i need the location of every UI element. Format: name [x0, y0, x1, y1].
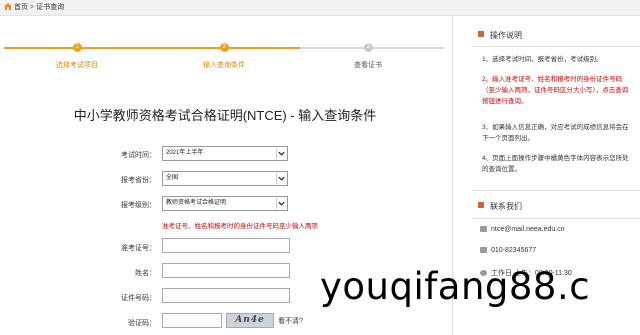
- province-select[interactable]: 全国: [162, 171, 288, 186]
- captcha-image[interactable]: An4e: [226, 313, 274, 328]
- chevron-down-icon: [276, 198, 285, 209]
- phone-text: 010-82345677: [491, 247, 537, 254]
- contact-phone: 010-82345677: [480, 247, 536, 254]
- step-number-3: 3: [363, 43, 373, 52]
- input-requirement-warning: 准考证号、姓名和报考时的身份证件号码至少输入两项: [162, 223, 318, 230]
- chevron-down-icon: [276, 173, 285, 184]
- instruction-note-2: 2、输入准考证号、姓名和报考时的身份证件号码（至少输入两项，证件号码区分大小写）…: [482, 76, 629, 105]
- step-label-2: 输入查询条件: [203, 62, 245, 69]
- ticket-label: 准考证号：: [121, 245, 156, 252]
- instruction-note-3: 3、如果输入信息正确，对应考试的成绩信息将会在下一个页面列出。: [482, 124, 629, 142]
- step-number-2: 2: [219, 43, 229, 52]
- chevron-down-icon: [276, 148, 285, 159]
- email-text: ntce@mail.neea.edu.cn: [491, 226, 565, 233]
- breadcrumb: 首页 > 证书查询: [0, 0, 640, 16]
- captcha-input[interactable]: [162, 313, 222, 328]
- contact-title: 联系我们: [490, 202, 522, 211]
- breadcrumb-home-link[interactable]: 首页: [14, 4, 28, 11]
- level-select[interactable]: 教师资格考试合格证明: [162, 196, 288, 211]
- step-label-3: 查看证书: [354, 62, 382, 69]
- name-label: 姓名：: [135, 270, 156, 277]
- breadcrumb-current: 证书查询: [36, 4, 65, 11]
- level-value: 教师资格考试合格证明: [166, 200, 227, 206]
- exam-time-value: 2021年上半年: [166, 150, 204, 156]
- step-view-certificate: 3 查看证书: [318, 40, 418, 70]
- contact-icon: [478, 202, 484, 208]
- progress-steps: 1 选择考试项目 2 输入查询条件 3 查看证书: [4, 40, 444, 70]
- instructions-icon: [478, 31, 484, 37]
- step-select-exam: 1 选择考试项目: [27, 40, 127, 70]
- province-value: 全国: [166, 175, 179, 181]
- instructions-divider: [472, 46, 640, 47]
- name-input[interactable]: [162, 263, 290, 278]
- id-number-label: 证件号码：: [121, 295, 156, 302]
- contact-email: ntce@mail.neea.edu.cn: [480, 226, 565, 233]
- phone-icon: [480, 247, 487, 254]
- instructions-heading: 操作说明: [478, 30, 522, 41]
- ticket-number-input[interactable]: [162, 238, 290, 253]
- page-title: 中小学教师资格考试合格证明(NTCE) - 输入查询条件: [73, 108, 377, 123]
- instructions-title: 操作说明: [490, 31, 522, 40]
- step-number-1: 1: [72, 43, 82, 52]
- step-label-1: 选择考试项目: [56, 62, 98, 69]
- contact-divider-top: [472, 190, 640, 191]
- contact-heading: 联系我们: [478, 201, 522, 212]
- exam-time-label: 考试时间：: [121, 152, 156, 159]
- captcha-label: 验证码：: [128, 320, 156, 327]
- home-icon[interactable]: [4, 3, 12, 10]
- instruction-note-1: 1、选择考试时间，报考省份，考试级别。: [482, 56, 603, 63]
- province-label: 报考省份：: [121, 177, 156, 184]
- captcha-refresh-link[interactable]: 看不清?: [278, 316, 303, 326]
- step-enter-conditions: 2 输入查询条件: [174, 40, 274, 70]
- level-label: 报考级别：: [121, 202, 156, 209]
- instruction-note-4: 4、页面上面操作步骤中橘黄色字体内容表示您所处的查询位置。: [482, 155, 629, 173]
- watermark: youqifang88.c: [320, 265, 591, 308]
- email-icon: [480, 226, 487, 233]
- breadcrumb-separator: >: [30, 4, 35, 11]
- exam-time-select[interactable]: 2021年上半年: [162, 146, 288, 161]
- contact-divider: [472, 218, 640, 219]
- id-number-input[interactable]: [162, 288, 290, 303]
